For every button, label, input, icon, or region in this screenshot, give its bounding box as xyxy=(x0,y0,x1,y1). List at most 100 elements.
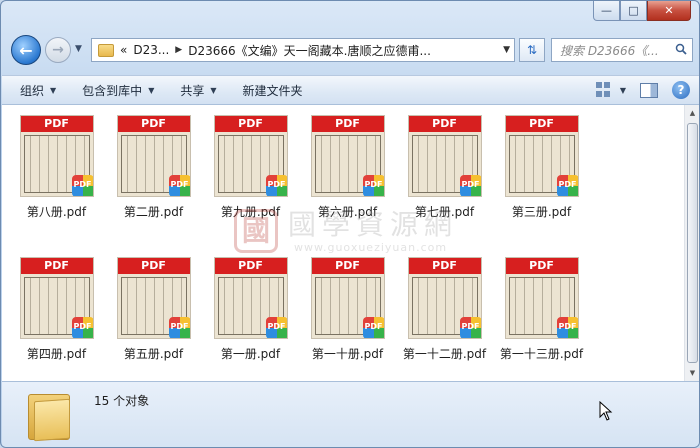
file-name[interactable]: 第四册.pdf xyxy=(27,345,86,362)
file-name[interactable]: 第一十二册.pdf xyxy=(403,345,486,362)
pdf-banner: PDF xyxy=(408,258,481,274)
pdf-badge-label: PDF xyxy=(73,180,92,189)
search-icon[interactable] xyxy=(675,43,687,55)
new-folder-label: 新建文件夹 xyxy=(242,83,303,98)
file-item[interactable]: PDF PDF 第八册.pdf xyxy=(8,113,105,255)
preview-pane-icon[interactable] xyxy=(640,82,658,98)
chevron-down-icon: ▼ xyxy=(210,85,217,95)
item-count: 15 个对象 xyxy=(94,394,150,408)
file-item[interactable]: PDF PDF 第一册.pdf xyxy=(202,255,299,397)
include-in-library-menu[interactable]: 包含到库中 ▼ xyxy=(82,82,154,99)
pdf-banner: PDF xyxy=(505,116,578,132)
pdf-banner: PDF xyxy=(20,116,93,132)
file-item[interactable]: PDF PDF 第二册.pdf xyxy=(105,113,202,255)
pdf-thumbnail: PDF PDF xyxy=(19,115,94,197)
pdf-banner: PDF xyxy=(214,258,287,274)
organize-menu[interactable]: 组织 ▼ xyxy=(20,82,56,99)
view-grid-icon xyxy=(595,82,614,98)
file-item[interactable]: PDF PDF 第一十二册.pdf xyxy=(396,255,493,397)
help-icon[interactable]: ? xyxy=(672,81,690,99)
scroll-up-icon[interactable]: ▲ xyxy=(685,105,699,121)
file-item[interactable]: PDF PDF 第九册.pdf xyxy=(202,113,299,255)
file-item[interactable]: PDF PDF 第六册.pdf xyxy=(299,113,396,255)
file-item[interactable]: PDF PDF 第四册.pdf xyxy=(8,255,105,397)
file-name[interactable]: 第五册.pdf xyxy=(124,345,183,362)
folder-icon xyxy=(28,390,70,442)
file-name[interactable]: 第三册.pdf xyxy=(512,203,571,220)
organize-label: 组织 xyxy=(20,83,45,98)
file-name[interactable]: 第二册.pdf xyxy=(124,203,183,220)
new-folder-button[interactable]: 新建文件夹 xyxy=(243,82,303,99)
share-label: 共享 xyxy=(180,83,205,98)
pdf-app-icon: PDF xyxy=(556,175,578,196)
pdf-thumbnail: PDF PDF xyxy=(407,115,482,197)
chevron-right-icon[interactable]: ▶ xyxy=(175,45,182,55)
pdf-thumbnail: PDF PDF xyxy=(213,115,288,197)
pdf-app-icon: PDF xyxy=(71,175,93,196)
file-name[interactable]: 第一十三册.pdf xyxy=(500,345,583,362)
pdf-banner: PDF xyxy=(117,258,190,274)
file-name[interactable]: 第七册.pdf xyxy=(415,203,474,220)
pdf-app-icon: PDF xyxy=(459,317,481,338)
file-item[interactable]: PDF PDF 第三册.pdf xyxy=(493,113,590,255)
pdf-banner: PDF xyxy=(311,258,384,274)
window-caption-buttons: — □ ✕ xyxy=(593,1,691,21)
file-item[interactable]: PDF PDF 第一十册.pdf xyxy=(299,255,396,397)
chevron-down-icon: ▼ xyxy=(50,85,57,95)
pdf-banner: PDF xyxy=(214,116,287,132)
recent-pages-dropdown-icon[interactable]: ▼ xyxy=(75,44,82,54)
minimize-button[interactable]: — xyxy=(593,1,620,21)
pdf-thumbnail: PDF PDF xyxy=(116,257,191,339)
details-pane: 15 个对象 xyxy=(2,381,699,447)
scrollbar-thumb[interactable] xyxy=(687,123,698,363)
pdf-badge-label: PDF xyxy=(364,180,383,189)
file-item[interactable]: PDF PDF 第七册.pdf xyxy=(396,113,493,255)
file-item[interactable]: PDF PDF 第五册.pdf xyxy=(105,255,202,397)
search-input[interactable]: 搜索 D23666《... xyxy=(551,38,693,62)
pdf-thumbnail: PDF PDF xyxy=(504,115,579,197)
breadcrumb-item[interactable]: D23... xyxy=(133,43,169,57)
file-list[interactable]: PDF PDF 第八册.pdf PDF PDF 第二册.pdf PDF PDF … xyxy=(2,105,684,381)
back-arrow-icon[interactable]: ← xyxy=(11,35,41,65)
file-name[interactable]: 第九册.pdf xyxy=(221,203,280,220)
include-in-library-label: 包含到库中 xyxy=(82,83,143,98)
share-menu[interactable]: 共享 ▼ xyxy=(180,82,216,99)
chevron-down-icon: ▼ xyxy=(619,85,626,95)
pdf-banner: PDF xyxy=(20,258,93,274)
file-grid: PDF PDF 第八册.pdf PDF PDF 第二册.pdf PDF PDF … xyxy=(8,113,678,397)
breadcrumb-overflow[interactable]: « xyxy=(120,43,127,57)
close-button[interactable]: ✕ xyxy=(647,1,691,21)
file-name[interactable]: 第八册.pdf xyxy=(27,203,86,220)
change-view-button[interactable]: ▼ xyxy=(595,82,626,98)
explorer-window: — □ ✕ ← → ▼ « D23... ▶ D23666《文编》天一阁藏本.唐… xyxy=(0,0,700,448)
file-name[interactable]: 第一册.pdf xyxy=(221,345,280,362)
maximize-button[interactable]: □ xyxy=(620,1,647,21)
address-dropdown-icon[interactable]: ▼ xyxy=(503,45,510,55)
pdf-app-icon: PDF xyxy=(459,175,481,196)
file-item[interactable]: PDF PDF 第一十三册.pdf xyxy=(493,255,590,397)
pdf-badge-label: PDF xyxy=(558,322,577,331)
file-name[interactable]: 第一十册.pdf xyxy=(312,345,383,362)
forward-arrow-icon[interactable]: → xyxy=(45,37,71,63)
scroll-down-icon[interactable]: ▼ xyxy=(685,365,699,381)
pdf-badge-label: PDF xyxy=(364,322,383,331)
address-bar[interactable]: « D23... ▶ D23666《文编》天一阁藏本.唐顺之应德甫... ▼ xyxy=(91,38,515,62)
pdf-app-icon: PDF xyxy=(168,175,190,196)
chevron-down-icon: ▼ xyxy=(148,85,155,95)
file-name[interactable]: 第六册.pdf xyxy=(318,203,377,220)
pdf-badge-label: PDF xyxy=(73,322,92,331)
vertical-scrollbar[interactable]: ▲ ▼ xyxy=(684,105,699,381)
pdf-thumbnail: PDF PDF xyxy=(310,257,385,339)
refresh-button[interactable]: ⇅ xyxy=(519,38,545,62)
pdf-banner: PDF xyxy=(408,116,481,132)
search-placeholder: 搜索 D23666《... xyxy=(560,44,659,58)
pdf-thumbnail: PDF PDF xyxy=(310,115,385,197)
pdf-badge-label: PDF xyxy=(267,322,286,331)
mouse-cursor-icon xyxy=(599,400,613,421)
breadcrumb-current[interactable]: D23666《文编》天一阁藏本.唐顺之应德甫... xyxy=(188,42,431,59)
pdf-badge-label: PDF xyxy=(170,322,189,331)
pdf-banner: PDF xyxy=(311,116,384,132)
pdf-badge-label: PDF xyxy=(170,180,189,189)
pdf-app-icon: PDF xyxy=(168,317,190,338)
pdf-app-icon: PDF xyxy=(265,175,287,196)
